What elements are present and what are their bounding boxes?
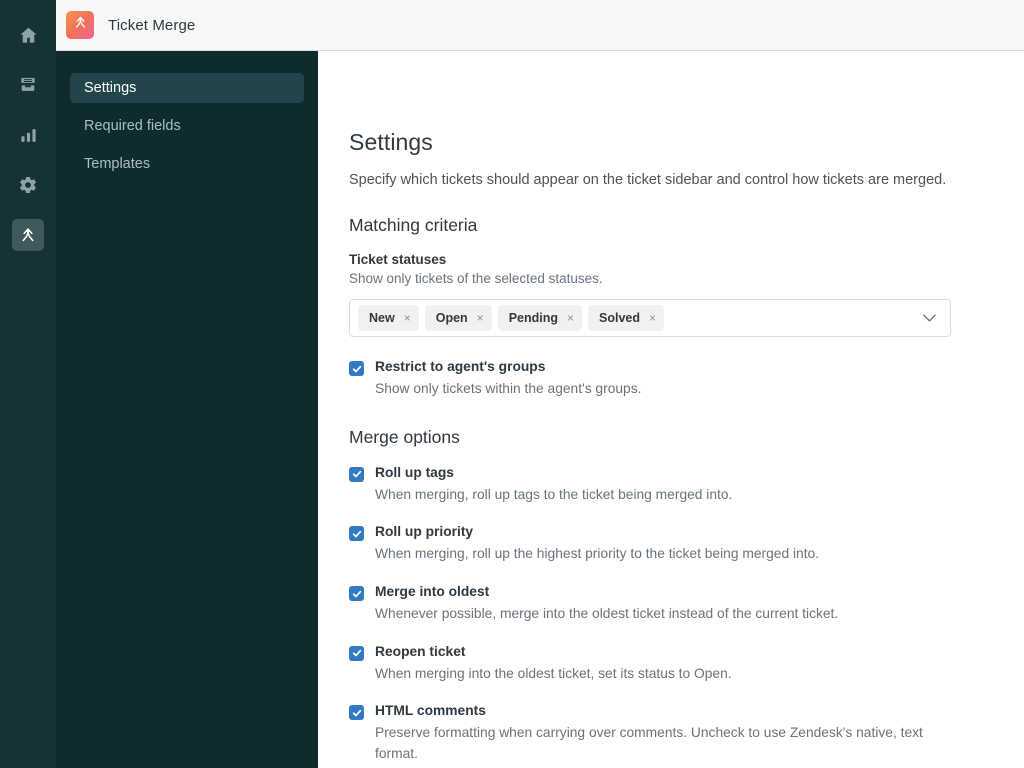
- rail-item-admin[interactable]: [12, 169, 44, 201]
- ticket-statuses-field: Ticket statuses Show only tickets of the…: [349, 252, 1024, 337]
- status-chip-pending[interactable]: Pending ×: [498, 305, 582, 331]
- checkbox-label: HTML comments: [375, 703, 486, 718]
- settings-content: Settings Specify which tickets should ap…: [318, 51, 1024, 768]
- checkbox-row-html-comments[interactable]: HTML comments Preserve formatting when c…: [349, 702, 1024, 764]
- checkbox-label: Reopen ticket: [375, 644, 465, 659]
- global-nav-rail: [0, 0, 56, 768]
- sidebar-item-templates[interactable]: Templates: [70, 149, 304, 179]
- app-right-region: Ticket Merge Settings Required fields Te…: [56, 0, 1024, 768]
- gear-icon: [18, 175, 38, 195]
- checkbox-row-restrict-to-agents-groups[interactable]: Restrict to agent's groups Show only tic…: [349, 358, 1024, 400]
- checkbox-description: Show only tickets within the agent's gro…: [375, 379, 641, 400]
- app-title: Ticket Merge: [108, 17, 195, 34]
- status-chip-solved[interactable]: Solved ×: [588, 305, 664, 331]
- sidebar-item-label: Templates: [84, 156, 150, 172]
- checkbox-row-merge-into-oldest[interactable]: Merge into oldest Whenever possible, mer…: [349, 583, 1024, 625]
- checkbox-description: When merging into the oldest ticket, set…: [375, 664, 732, 685]
- status-chip-new[interactable]: New ×: [358, 305, 419, 331]
- chip-label: Solved: [599, 311, 640, 325]
- rail-item-views[interactable]: [12, 69, 44, 101]
- checkbox-row-roll-up-priority[interactable]: Roll up priority When merging, roll up t…: [349, 523, 1024, 565]
- chip-label: Pending: [509, 311, 558, 325]
- chevron-down-icon[interactable]: [922, 314, 937, 323]
- views-icon: [18, 75, 38, 95]
- status-chip-open[interactable]: Open ×: [425, 305, 492, 331]
- sidebar-item-settings[interactable]: Settings: [70, 73, 304, 103]
- checkbox-checked-icon[interactable]: [349, 526, 364, 541]
- page-subtitle: Specify which tickets should appear on t…: [349, 172, 1024, 188]
- merge-arrow-icon: [18, 225, 38, 245]
- matching-criteria-options: Restrict to agent's groups Show only tic…: [349, 358, 1024, 400]
- rail-item-reporting[interactable]: [12, 119, 44, 151]
- rail-item-home[interactable]: [12, 19, 44, 51]
- checkbox-row-roll-up-tags[interactable]: Roll up tags When merging, roll up tags …: [349, 464, 1024, 506]
- checkbox-checked-icon[interactable]: [349, 361, 364, 376]
- close-icon[interactable]: ×: [477, 312, 484, 324]
- checkbox-description: Preserve formatting when carrying over c…: [375, 723, 940, 764]
- sidebar-item-label: Settings: [84, 80, 136, 96]
- sidebar-item-label: Required fields: [84, 118, 181, 134]
- checkbox-description: When merging, roll up the highest priori…: [375, 544, 819, 565]
- checkbox-checked-icon[interactable]: [349, 586, 364, 601]
- checkbox-label: Roll up tags: [375, 465, 454, 480]
- close-icon[interactable]: ×: [567, 312, 574, 324]
- checkbox-checked-icon[interactable]: [349, 467, 364, 482]
- close-icon[interactable]: ×: [649, 312, 656, 324]
- checkbox-label: Roll up priority: [375, 524, 473, 539]
- chip-label: New: [369, 311, 395, 325]
- ticket-statuses-hint: Show only tickets of the selected status…: [349, 271, 1024, 286]
- checkbox-label: Merge into oldest: [375, 584, 489, 599]
- app-logo: [66, 11, 94, 39]
- rail-item-ticket-merge[interactable]: [12, 219, 44, 251]
- ticket-statuses-multiselect[interactable]: New × Open × Pending × Solved: [349, 299, 951, 337]
- section-heading-merge-options: Merge options: [349, 427, 1024, 448]
- settings-sidebar: Settings Required fields Templates: [56, 51, 318, 768]
- checkbox-label: Restrict to agent's groups: [375, 359, 545, 374]
- merge-arrow-icon: [72, 14, 89, 36]
- merge-options-list: Roll up tags When merging, roll up tags …: [349, 464, 1024, 765]
- checkbox-description: When merging, roll up tags to the ticket…: [375, 485, 732, 506]
- checkbox-row-reopen-ticket[interactable]: Reopen ticket When merging into the olde…: [349, 643, 1024, 685]
- checkbox-description: Whenever possible, merge into the oldest…: [375, 604, 838, 625]
- app-window: Ticket Merge Settings Required fields Te…: [0, 0, 1024, 768]
- app-topbar: Ticket Merge: [56, 0, 1024, 51]
- bar-chart-icon: [19, 126, 38, 145]
- page-title: Settings: [349, 129, 1024, 156]
- app-body: Settings Required fields Templates Setti…: [56, 51, 1024, 768]
- section-heading-matching-criteria: Matching criteria: [349, 215, 1024, 236]
- checkbox-checked-icon[interactable]: [349, 646, 364, 661]
- close-icon[interactable]: ×: [404, 312, 411, 324]
- sidebar-item-required-fields[interactable]: Required fields: [70, 111, 304, 141]
- checkbox-checked-icon[interactable]: [349, 705, 364, 720]
- ticket-statuses-label: Ticket statuses: [349, 252, 1024, 267]
- home-icon: [18, 25, 39, 46]
- chip-label: Open: [436, 311, 468, 325]
